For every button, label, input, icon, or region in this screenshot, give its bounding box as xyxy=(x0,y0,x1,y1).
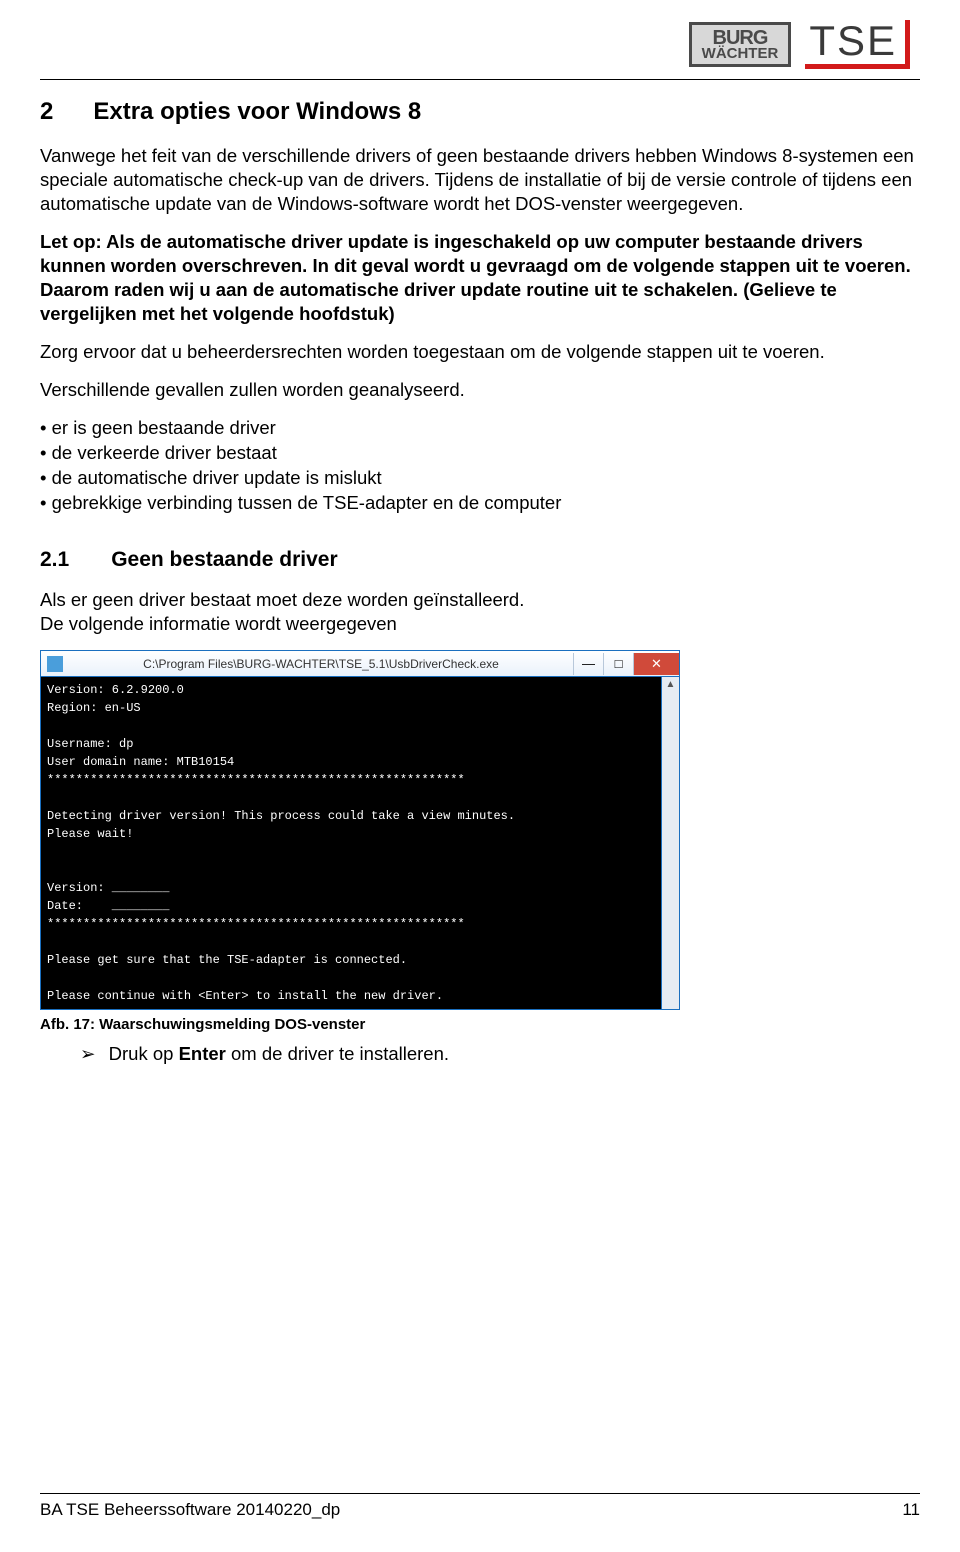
action-bold: Enter xyxy=(179,1043,226,1064)
section-p3: Zorg ervoor dat u beheerdersrechten word… xyxy=(40,340,920,364)
bullet-item: er is geen bestaande driver xyxy=(40,416,920,441)
dos-console-output: Version: 6.2.9200.0 Region: en-US Userna… xyxy=(41,677,661,1009)
figure-caption: Afb. 17: Waarschuwingsmelding DOS-venste… xyxy=(40,1016,920,1033)
arrow-icon: ➢ xyxy=(80,1043,96,1064)
dos-window: C:\Program Files\BURG-WACHTER\TSE_5.1\Us… xyxy=(40,650,680,1010)
section-p1: Vanwege het feit van de verschillende dr… xyxy=(40,144,920,216)
bullet-item: de automatische driver update is mislukt xyxy=(40,466,920,491)
section-p2-bold: Let op: Als de automatische driver updat… xyxy=(40,230,920,326)
dos-window-path: C:\Program Files\BURG-WACHTER\TSE_5.1\Us… xyxy=(69,657,573,671)
section-number: 2 xyxy=(40,98,53,125)
page-number: 11 xyxy=(902,1500,920,1520)
bullet-list: er is geen bestaande driver de verkeerde… xyxy=(40,416,920,516)
footer-divider xyxy=(40,1493,920,1494)
section-title: Extra opties voor Windows 8 xyxy=(93,98,421,125)
action-instruction: ➢ Druk op Enter om de driver te installe… xyxy=(80,1043,920,1065)
maximize-button[interactable]: □ xyxy=(603,653,633,675)
header-divider xyxy=(40,79,920,80)
subsection-p1: Als er geen driver bestaat moet deze wor… xyxy=(40,588,920,636)
section-heading: 2 Extra opties voor Windows 8 xyxy=(40,98,920,126)
subsection-number: 2.1 xyxy=(40,548,69,571)
burg-wachter-logo: BURG WÄCHTER xyxy=(689,22,792,68)
scroll-up-icon[interactable]: ▲ xyxy=(666,677,676,692)
bullet-item: de verkeerde driver bestaat xyxy=(40,441,920,466)
subsection-title: Geen bestaande driver xyxy=(111,548,337,571)
cmd-icon xyxy=(47,656,63,672)
minimize-button[interactable]: — xyxy=(573,653,603,675)
close-button[interactable]: ✕ xyxy=(633,653,679,675)
action-post: om de driver te installeren. xyxy=(226,1043,449,1064)
footer-left: BA TSE Beheerssoftware 20140220_dp xyxy=(40,1500,340,1520)
dos-scrollbar[interactable]: ▲ xyxy=(661,677,679,1009)
tse-logo: TSE xyxy=(805,20,910,69)
logo-line2: WÄCHTER xyxy=(702,47,779,61)
subsection-heading: 2.1 Geen bestaande driver xyxy=(40,548,920,572)
page-footer: BA TSE Beheerssoftware 20140220_dp 11 xyxy=(40,1493,920,1520)
section-p4: Verschillende gevallen zullen worden gea… xyxy=(40,378,920,402)
header-logos: BURG WÄCHTER TSE xyxy=(40,20,920,69)
bullet-item: gebrekkige verbinding tussen de TSE-adap… xyxy=(40,491,920,516)
action-pre: Druk op xyxy=(109,1043,179,1064)
dos-titlebar: C:\Program Files\BURG-WACHTER\TSE_5.1\Us… xyxy=(41,651,679,677)
